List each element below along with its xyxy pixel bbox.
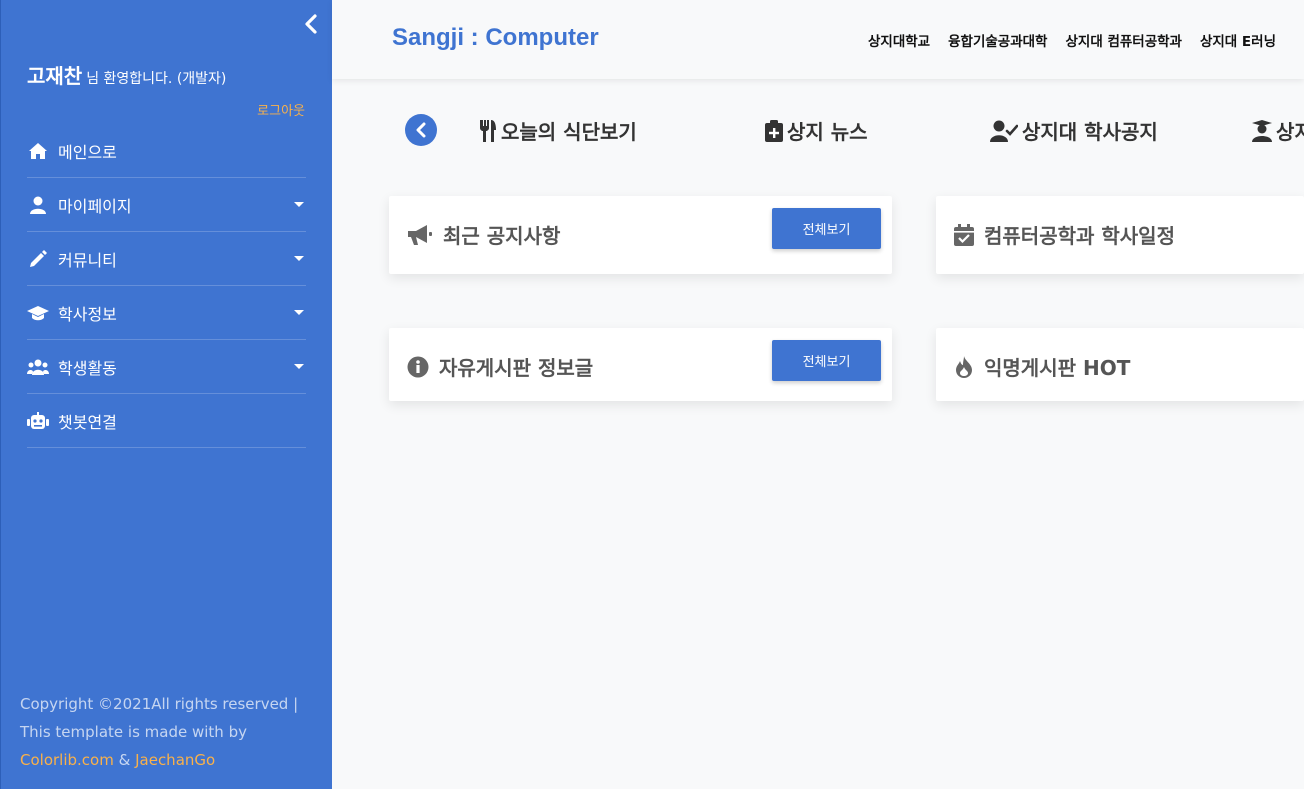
free-board-card: 자유게시판 정보글 전체보기 xyxy=(389,328,892,401)
fire-icon xyxy=(956,355,972,378)
pencil-icon xyxy=(27,248,49,270)
chevron-down-icon xyxy=(294,310,304,315)
chevron-left-icon[interactable] xyxy=(301,12,321,36)
view-all-button[interactable]: 전체보기 xyxy=(772,208,881,249)
quick-nav-carousel: 오늘의 식단보기 상지 뉴스 상지대 학사공지 상지 xyxy=(405,113,1304,149)
sidebar-item-student-activity[interactable]: 학생활동 xyxy=(27,340,306,394)
anonymous-hot-card: 익명게시판 HOT xyxy=(936,328,1304,401)
nav-link-convergence-college[interactable]: 융합기술공과대학 xyxy=(948,30,1047,50)
top-navbar: Sangji : Computer 상지대학교 융합기술공과대학 상지대 컴퓨터… xyxy=(332,0,1304,79)
user-greeting: 고재찬 님 환영합니다. (개발자) xyxy=(27,60,226,89)
card-title: 익명게시판 HOT xyxy=(954,352,1130,381)
utensils-icon xyxy=(480,119,496,142)
home-icon xyxy=(27,140,49,162)
sidebar-item-label: 학생활동 xyxy=(58,358,117,378)
graduation-cap-icon xyxy=(27,302,49,324)
welcome-text: 님 환영합니다. (개발자) xyxy=(86,71,227,87)
author-link[interactable]: JaechanGo xyxy=(135,751,215,769)
nav-link-computer-dept[interactable]: 상지대 컴퓨터공학과 xyxy=(1065,30,1181,50)
colorlib-link[interactable]: Colorlib.com xyxy=(20,751,114,769)
card-title: 자유게시판 정보글 xyxy=(407,352,593,381)
chevron-down-icon xyxy=(294,256,304,261)
logout-link[interactable]: 로그아웃 xyxy=(257,100,305,119)
nav-link-elearning[interactable]: 상지대 E러닝 xyxy=(1200,30,1276,50)
sidebar-item-label: 학사정보 xyxy=(58,304,117,324)
calendar-check-icon xyxy=(954,223,974,246)
sidebar-item-mypage[interactable]: 마이페이지 xyxy=(27,178,306,232)
sidebar-item-chatbot[interactable]: 챗봇연결 xyxy=(27,394,306,448)
top-nav-links: 상지대학교 융합기술공과대학 상지대 컴퓨터공학과 상지대 E러닝 xyxy=(868,30,1276,50)
quick-nav-academic-notice[interactable]: 상지대 학사공지 xyxy=(990,116,1158,145)
sidebar-item-main[interactable]: 메인으로 xyxy=(27,124,306,178)
quick-nav-label: 상지 뉴스 xyxy=(787,120,868,144)
sidebar: 고재찬님 환영합니다. (개발자) 로그아웃 메인으로 마이페이지 커뮤니티 xyxy=(0,0,332,789)
recent-notice-card: 최근 공지사항 전체보기 xyxy=(389,196,892,274)
robot-icon xyxy=(27,410,49,432)
academic-calendar-card: 컴퓨터공학과 학사일정 xyxy=(936,196,1304,274)
brand-logo[interactable]: Sangji : Computer xyxy=(392,24,599,52)
sidebar-footer: Copyright ©2021All rights reserved | Thi… xyxy=(20,690,320,774)
quick-nav-label: 상지대 학사공지 xyxy=(1022,120,1158,144)
sidebar-item-label: 메인으로 xyxy=(58,142,117,162)
user-graduate-icon xyxy=(1252,119,1272,142)
quick-nav-label: 상지 xyxy=(1276,120,1304,144)
user-check-icon xyxy=(990,120,1018,142)
card-title: 컴퓨터공학과 학사일정 xyxy=(954,220,1175,249)
megaphone-icon xyxy=(408,224,432,245)
quick-nav-news[interactable]: 상지 뉴스 xyxy=(765,116,868,145)
info-circle-icon xyxy=(407,356,429,377)
carousel-prev-button[interactable] xyxy=(405,114,437,146)
user-name: 고재찬 xyxy=(27,64,83,88)
sidebar-menu: 메인으로 마이페이지 커뮤니티 학사정보 학생활동 챗봇연결 xyxy=(27,124,306,448)
view-all-button[interactable]: 전체보기 xyxy=(772,340,881,381)
users-icon xyxy=(27,356,49,378)
sidebar-item-community[interactable]: 커뮤니티 xyxy=(27,232,306,286)
quick-nav-label: 오늘의 식단보기 xyxy=(501,120,637,144)
sidebar-item-label: 커뮤니티 xyxy=(58,250,117,270)
copyright-text: Copyright ©2021All rights reserved | Thi… xyxy=(20,695,299,741)
quick-nav-graduate[interactable]: 상지 xyxy=(1252,116,1304,145)
clipboard-plus-icon xyxy=(765,119,783,142)
card-title: 최근 공지사항 xyxy=(407,220,560,249)
quick-nav-meal[interactable]: 오늘의 식단보기 xyxy=(479,116,637,145)
chevron-down-icon xyxy=(294,202,304,207)
sidebar-item-label: 마이페이지 xyxy=(58,196,132,216)
user-icon xyxy=(27,194,49,216)
sidebar-item-label: 챗봇연결 xyxy=(58,412,117,432)
nav-link-sangji-univ[interactable]: 상지대학교 xyxy=(868,30,930,50)
sidebar-item-academic-info[interactable]: 학사정보 xyxy=(27,286,306,340)
ampersand: & xyxy=(118,751,131,769)
chevron-down-icon xyxy=(294,364,304,369)
